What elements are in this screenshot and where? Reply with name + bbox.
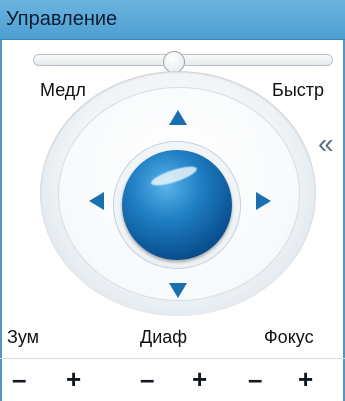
joystick-ball[interactable] bbox=[122, 150, 232, 260]
iris-close-button[interactable]: – bbox=[140, 366, 154, 392]
arrow-left-icon[interactable] bbox=[89, 192, 104, 210]
arrow-up-icon[interactable] bbox=[169, 110, 187, 125]
speed-slider-thumb[interactable] bbox=[163, 51, 185, 73]
zoom-in-button[interactable]: + bbox=[66, 366, 81, 392]
focus-near-button[interactable]: – bbox=[248, 366, 262, 392]
zoom-label: Зум bbox=[7, 327, 40, 347]
double-chevron-left-icon[interactable]: « bbox=[318, 130, 334, 158]
panel-frame-left bbox=[0, 40, 2, 401]
arrow-right-icon[interactable] bbox=[256, 192, 271, 210]
focus-label: Фокус bbox=[264, 327, 314, 347]
iris-label: Диаф bbox=[140, 327, 188, 347]
iris-open-button[interactable]: + bbox=[192, 366, 207, 392]
arrow-down-icon[interactable] bbox=[169, 283, 187, 298]
panel-title: Управление bbox=[6, 8, 118, 30]
speed-fast-label: Быстр bbox=[272, 80, 325, 100]
speed-slow-label: Медл bbox=[40, 80, 86, 100]
focus-far-button[interactable]: + bbox=[298, 366, 313, 392]
zoom-out-button[interactable]: – bbox=[12, 366, 26, 392]
ptz-control-panel: Управление Медл Быстр « Зум Диаф Фокус –… bbox=[0, 0, 345, 401]
controls-divider bbox=[0, 358, 345, 359]
panel-titlebar: Управление bbox=[0, 0, 345, 40]
